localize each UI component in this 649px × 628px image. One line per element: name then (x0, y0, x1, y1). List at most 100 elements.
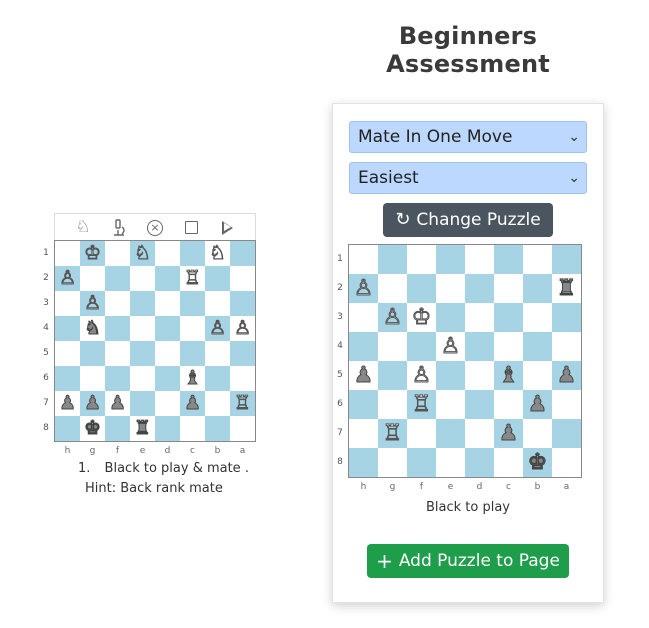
board-square-b2[interactable] (523, 274, 552, 303)
board-square-c3[interactable] (180, 291, 205, 316)
board-square-b4[interactable] (523, 332, 552, 361)
microscope-icon[interactable] (108, 217, 130, 239)
board-square-g4[interactable] (378, 332, 407, 361)
board-square-d7[interactable] (155, 391, 180, 416)
board-square-f7[interactable] (407, 419, 436, 448)
board-square-h4[interactable] (55, 316, 80, 341)
board-square-a1[interactable] (552, 245, 581, 274)
board-square-c1[interactable] (180, 241, 205, 266)
chess-piece-icon[interactable]: ♖ (183, 268, 201, 288)
board-square-a4[interactable]: ♙ (230, 316, 255, 341)
board-square-d8[interactable] (465, 448, 494, 477)
board-square-h4[interactable] (349, 332, 378, 361)
board-square-f3[interactable]: ♔ (407, 303, 436, 332)
chess-piece-icon[interactable]: ♞ (83, 318, 101, 338)
board-square-h7[interactable]: ♟ (55, 391, 80, 416)
board-square-f6[interactable]: ♖ (407, 390, 436, 419)
board-square-h2[interactable]: ♙ (55, 266, 80, 291)
board-square-f6[interactable] (105, 366, 130, 391)
board-square-d1[interactable] (465, 245, 494, 274)
board-square-f1[interactable] (407, 245, 436, 274)
board-square-b6[interactable] (205, 366, 230, 391)
board-square-e8[interactable]: ♜ (130, 416, 155, 441)
chess-piece-icon[interactable]: ♙ (83, 293, 101, 313)
chess-piece-icon[interactable]: ♟ (556, 364, 577, 387)
board-square-g2[interactable] (80, 266, 105, 291)
board-square-a2[interactable] (230, 266, 255, 291)
board-square-f1[interactable] (105, 241, 130, 266)
board-square-g4[interactable]: ♞ (80, 316, 105, 341)
board-square-c7[interactable]: ♟ (180, 391, 205, 416)
chess-piece-icon[interactable]: ♙ (353, 277, 374, 300)
board-square-e4[interactable] (130, 316, 155, 341)
board-square-c3[interactable] (494, 303, 523, 332)
board-square-h6[interactable] (349, 390, 378, 419)
board-square-g5[interactable] (378, 361, 407, 390)
board-square-g1[interactable]: ♔ (80, 241, 105, 266)
change-puzzle-button[interactable]: ↻ Change Puzzle (383, 203, 553, 237)
board-square-d6[interactable] (155, 366, 180, 391)
board-square-c2[interactable]: ♖ (180, 266, 205, 291)
board-square-a8[interactable] (552, 448, 581, 477)
board-square-c5[interactable] (180, 341, 205, 366)
chess-piece-icon[interactable]: ♖ (233, 393, 251, 413)
add-puzzle-button[interactable]: + Add Puzzle to Page (367, 544, 569, 578)
board-square-a5[interactable]: ♟ (552, 361, 581, 390)
chess-piece-icon[interactable]: ♙ (411, 364, 432, 387)
play-icon[interactable] (216, 217, 238, 239)
chess-piece-icon[interactable]: ♚ (83, 418, 101, 438)
board-square-f8[interactable] (105, 416, 130, 441)
board-square-f3[interactable] (105, 291, 130, 316)
chess-piece-icon[interactable]: ♖ (411, 393, 432, 416)
board-square-e5[interactable] (436, 361, 465, 390)
board-square-f5[interactable] (105, 341, 130, 366)
board-square-d5[interactable] (465, 361, 494, 390)
board-square-h7[interactable] (349, 419, 378, 448)
chess-piece-icon[interactable]: ♘ (133, 243, 151, 263)
board-square-c1[interactable] (494, 245, 523, 274)
chess-piece-icon[interactable]: ♚ (527, 451, 548, 474)
board-square-b2[interactable] (205, 266, 230, 291)
chess-piece-icon[interactable]: ♝ (183, 368, 201, 388)
chess-piece-icon[interactable]: ♜ (133, 418, 151, 438)
board-square-b7[interactable] (205, 391, 230, 416)
knight-icon[interactable]: ♘ (72, 217, 94, 239)
board-square-a3[interactable] (230, 291, 255, 316)
board-square-e1[interactable] (436, 245, 465, 274)
chess-piece-icon[interactable]: ♙ (208, 318, 226, 338)
board-square-c8[interactable] (494, 448, 523, 477)
board-square-b4[interactable]: ♙ (205, 316, 230, 341)
board-square-c8[interactable] (180, 416, 205, 441)
board-square-c7[interactable]: ♟ (494, 419, 523, 448)
chess-piece-icon[interactable]: ♘ (208, 243, 226, 263)
board-square-h1[interactable] (349, 245, 378, 274)
board-square-g7[interactable]: ♟ (80, 391, 105, 416)
board-square-e3[interactable] (130, 291, 155, 316)
board-square-b3[interactable] (523, 303, 552, 332)
board-square-e8[interactable] (436, 448, 465, 477)
board-square-f7[interactable]: ♟ (105, 391, 130, 416)
board-square-c6[interactable] (494, 390, 523, 419)
board-square-c2[interactable] (494, 274, 523, 303)
difficulty-select[interactable]: Easiest ⌄ (349, 162, 587, 194)
board-square-a3[interactable] (552, 303, 581, 332)
board-square-f4[interactable] (105, 316, 130, 341)
board-square-e2[interactable] (436, 274, 465, 303)
board-square-a7[interactable] (552, 419, 581, 448)
board-square-h5[interactable] (55, 341, 80, 366)
board-square-f5[interactable]: ♙ (407, 361, 436, 390)
board-square-a8[interactable] (230, 416, 255, 441)
board-square-g8[interactable]: ♚ (80, 416, 105, 441)
chess-piece-icon[interactable]: ♔ (411, 306, 432, 329)
board-square-d1[interactable] (155, 241, 180, 266)
board-square-e7[interactable] (436, 419, 465, 448)
chess-piece-icon[interactable]: ♟ (498, 422, 519, 445)
chess-piece-icon[interactable]: ♜ (556, 277, 577, 300)
board-square-g5[interactable] (80, 341, 105, 366)
board-square-e6[interactable] (130, 366, 155, 391)
board-square-d6[interactable] (465, 390, 494, 419)
board-square-b1[interactable] (523, 245, 552, 274)
circle-x-icon[interactable]: × (144, 217, 166, 239)
board-square-a6[interactable] (230, 366, 255, 391)
board-square-d4[interactable] (465, 332, 494, 361)
